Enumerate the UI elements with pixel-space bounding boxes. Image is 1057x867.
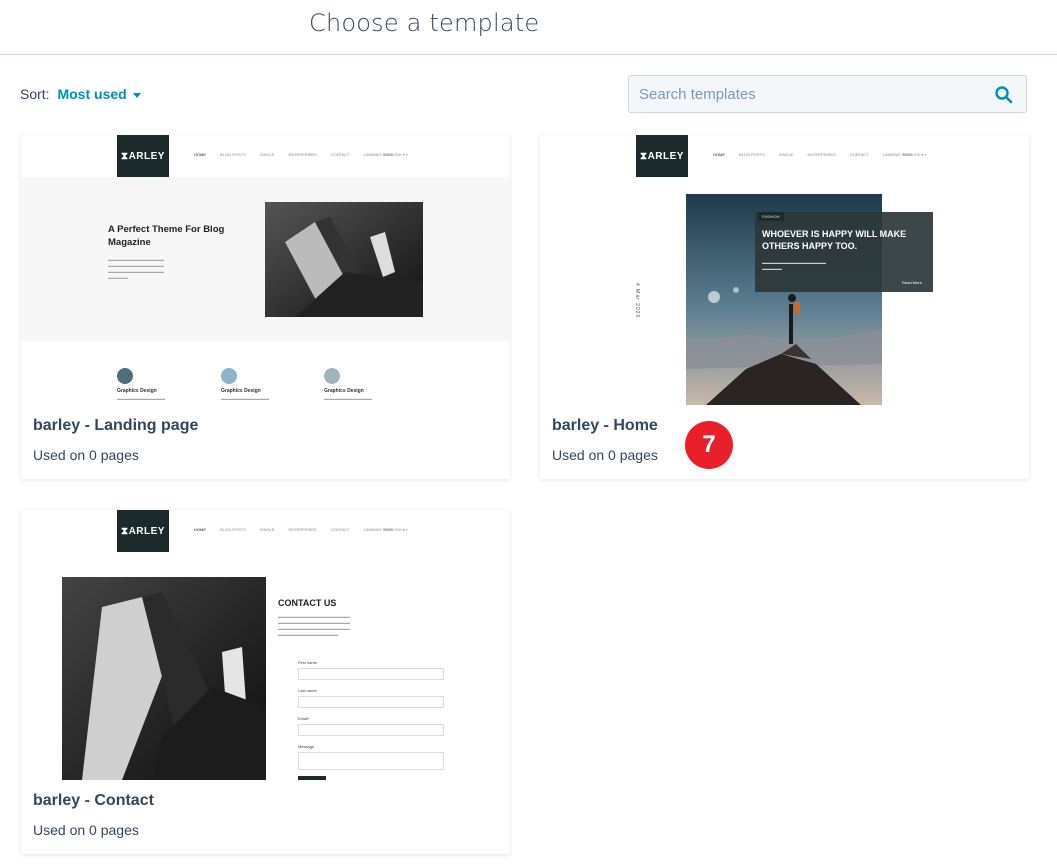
- step-number-badge: 7: [685, 421, 733, 469]
- preview-hero-title: A Perfect Theme For Blog Magazine: [108, 224, 225, 248]
- feature-avatar: [324, 368, 340, 384]
- preview-lang: ENGLISH ▾ ⌕: [903, 152, 928, 157]
- caret-down-icon[interactable]: [132, 92, 141, 98]
- preview-logo: ⧗ ARLEY: [117, 510, 169, 552]
- preview-contact-image: [62, 577, 266, 780]
- preview-date: 4 Mar 2020: [634, 283, 640, 319]
- search-box: [628, 75, 1027, 113]
- sort-label: Sort:: [20, 86, 50, 102]
- form-label: Email*: [298, 716, 310, 721]
- page-title: Choose a template: [309, 9, 540, 37]
- preview-tag: FASHION: [758, 212, 784, 221]
- sort-value[interactable]: Most used: [57, 86, 126, 102]
- preview-nav: HOME BLOG POSTS SINGLE ENTERPRISES CONTACT LA…: [194, 527, 394, 532]
- template-usage: Used on 0 pages: [33, 822, 139, 838]
- preview-lang: ENGLISH ▾ ⌕: [384, 152, 409, 157]
- form-field: [298, 668, 444, 680]
- template-title[interactable]: barley - Contact: [33, 792, 154, 810]
- page-header: Choose a template: [0, 0, 1057, 55]
- search-input[interactable]: [629, 76, 989, 112]
- preview-logo: ⧗ ARLEY: [636, 135, 688, 177]
- form-field: [298, 724, 444, 736]
- preview-quote: WHOEVER IS HAPPY WILL MAKE OTHERS HAPPY …: [762, 229, 907, 251]
- feature-avatar: [221, 368, 237, 384]
- preview-lang: ENGLISH ▾ ⌕: [384, 527, 409, 532]
- preview-read-more: Read More: [902, 280, 922, 285]
- form-field: [298, 696, 444, 708]
- preview-hero-text: ▬▬▬▬▬▬▬▬▬▬▬▬▬▬ ▬▬▬▬▬▬▬▬▬▬▬▬▬▬ ▬▬▬▬▬▬▬▬▬▬▬▬…: [108, 257, 164, 280]
- form-submit: [298, 776, 326, 780]
- template-title[interactable]: barley - Landing page: [33, 417, 198, 435]
- template-preview[interactable]: ⧗ ARLEY HOME BLOG POSTS SINGLE ENTERPRISES CO…: [21, 510, 510, 780]
- template-usage: Used on 0 pages: [552, 447, 658, 463]
- preview-hero-image: [265, 202, 423, 317]
- template-preview[interactable]: ⧗ ARLEY HOME BLOG POSTS SINGLE ENTERPRISES CO…: [540, 135, 1029, 405]
- feature-title: Graphics Design: [324, 388, 364, 394]
- template-card-home[interactable]: ⧗ ARLEY HOME BLOG POSTS SINGLE ENTERPRISES CO…: [540, 135, 1029, 479]
- template-card-landing[interactable]: ⧗ ARLEY HOME BLOG POSTS SINGLE ENTERPRISES CO…: [21, 135, 510, 479]
- template-title[interactable]: barley - Home: [552, 417, 658, 435]
- preview-contact-heading: CONTACT US: [278, 598, 337, 608]
- sort-control: Sort: Most used: [20, 86, 141, 102]
- template-usage: Used on 0 pages: [33, 447, 139, 463]
- preview-nav: HOME BLOG POSTS SINGLE ENTERPRISES CONTACT LA…: [194, 152, 394, 157]
- form-label: Last name: [298, 688, 317, 693]
- preview-logo: ⧗ ARLEY: [117, 135, 169, 177]
- feature-title: Graphics Design: [221, 388, 261, 394]
- template-card-contact[interactable]: ⧗ ARLEY HOME BLOG POSTS SINGLE ENTERPRISES CO…: [21, 510, 510, 854]
- form-label: Message: [298, 744, 315, 749]
- feature-avatar: [117, 368, 133, 384]
- form-field: [298, 752, 444, 770]
- search-icon[interactable]: [994, 85, 1014, 105]
- template-preview[interactable]: ⧗ ARLEY HOME BLOG POSTS SINGLE ENTERPRISES CO…: [21, 135, 510, 405]
- sort-dropdown[interactable]: Most used: [57, 86, 141, 102]
- preview-nav: HOME BLOG POSTS SINGLE ENTERPRISES CONTACT LA…: [713, 152, 913, 157]
- form-label: First name: [298, 660, 317, 665]
- feature-title: Graphics Design: [117, 388, 157, 394]
